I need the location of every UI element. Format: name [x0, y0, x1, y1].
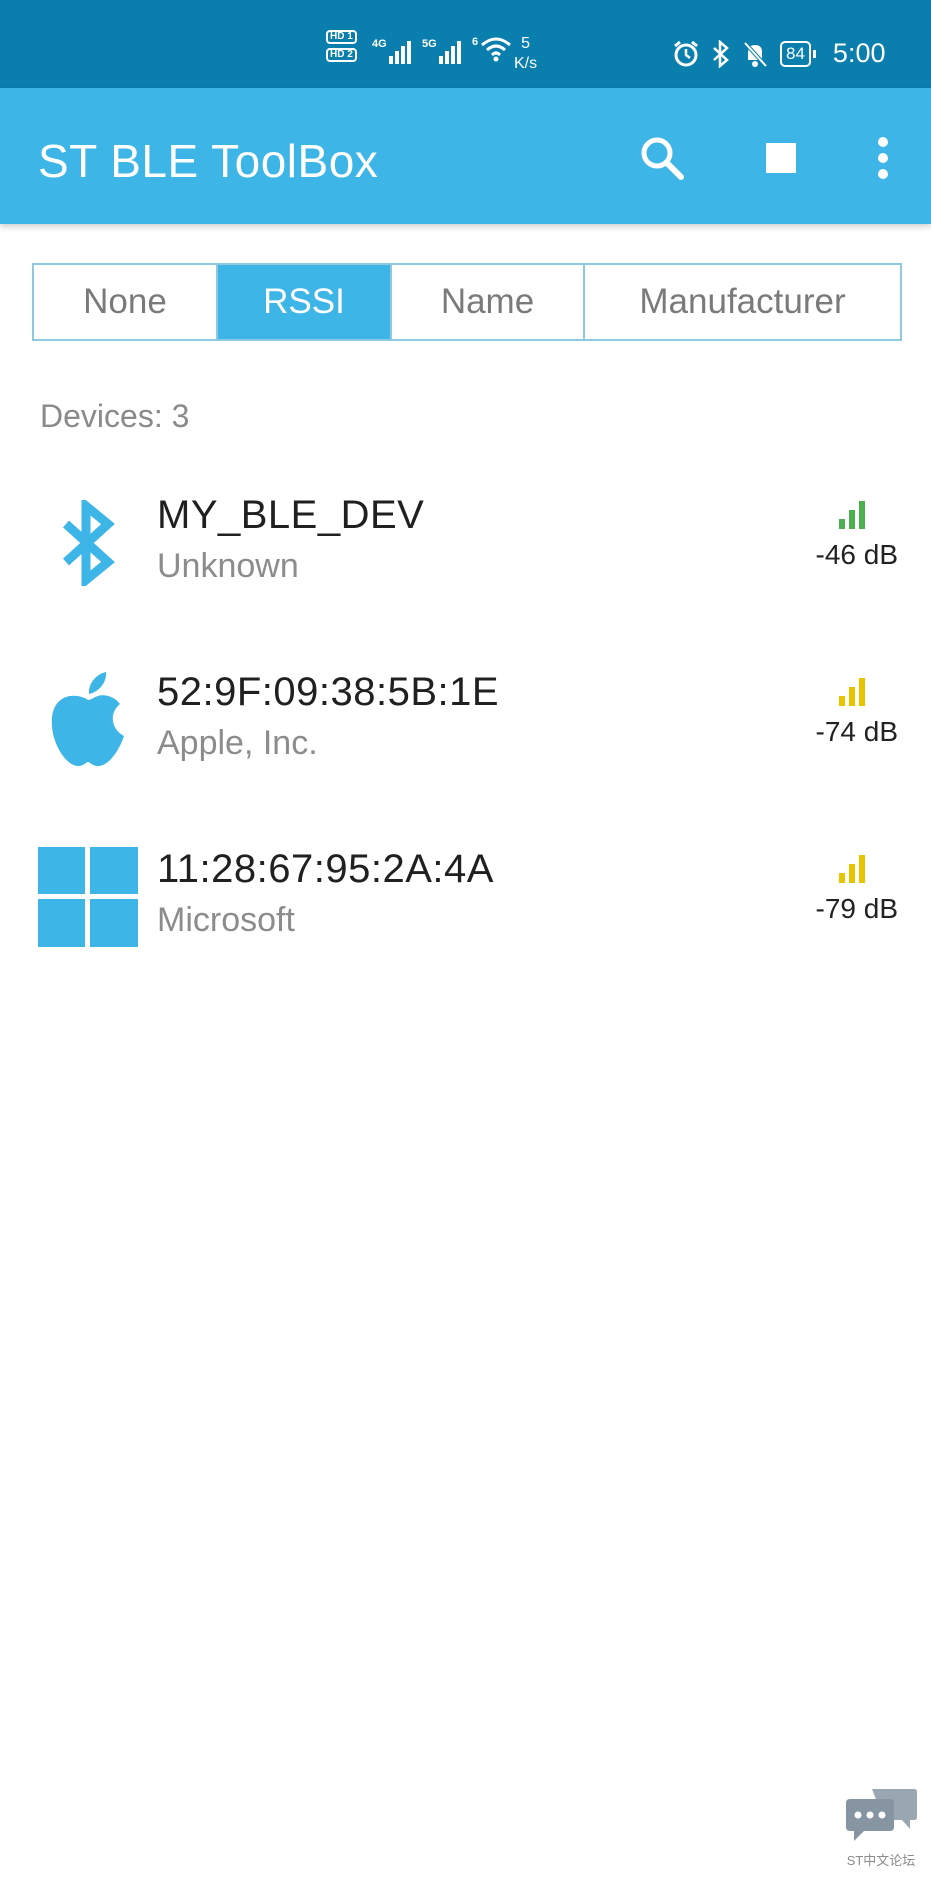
device-row[interactable]: 52:9F:09:38:5B:1E Apple, Inc. -74 dB — [0, 670, 931, 820]
sort-tab-rssi[interactable]: RSSI — [218, 265, 392, 339]
sort-tab-none[interactable]: None — [34, 265, 218, 339]
alarm-icon — [674, 40, 698, 66]
status-right: 84 5:00 — [672, 38, 885, 69]
device-name: 11:28:67:95:2A:4A — [157, 847, 494, 891]
bluetooth-icon — [38, 493, 138, 593]
overflow-menu-button[interactable] — [853, 128, 913, 188]
device-row[interactable]: MY_BLE_DEV Unknown -46 dB — [0, 493, 931, 643]
device-manufacturer: Apple, Inc. — [157, 724, 318, 762]
device-manufacturer: Microsoft — [157, 901, 295, 939]
cell-signal-1-icon: 4G — [372, 38, 411, 64]
stop-icon — [766, 143, 796, 173]
network-speed: 5 K/s — [514, 35, 538, 72]
device-name: MY_BLE_DEV — [157, 493, 425, 537]
bluetooth-status-icon — [713, 39, 729, 68]
rssi-value: -46 dB — [815, 539, 899, 570]
app-bar: ST BLE ToolBox — [0, 88, 931, 224]
signal-strength-icon — [839, 853, 865, 883]
sort-tab-manufacturer[interactable]: Manufacturer — [585, 265, 900, 339]
rssi-value: -79 dB — [815, 893, 899, 924]
mute-bell-icon — [743, 41, 768, 67]
status-bar: HD 1 HD 2 4G 5G 6 5 K/s 84 5:00 — [0, 0, 931, 88]
app-title: ST BLE ToolBox — [38, 135, 379, 187]
rssi-indicator: -79 dB — [788, 853, 898, 925]
search-button[interactable] — [632, 128, 692, 188]
chat-bubble-icon — [846, 1789, 917, 1841]
stop-scan-button[interactable] — [751, 128, 811, 188]
watermark-text: ST中文论坛 — [846, 1853, 916, 1868]
rssi-indicator: -74 dB — [788, 676, 898, 748]
sort-tab-name[interactable]: Name — [392, 265, 585, 339]
device-name: 52:9F:09:38:5B:1E — [157, 670, 500, 714]
cell-signal-2-icon: 5G — [422, 38, 461, 64]
clock: 5:00 — [832, 38, 886, 68]
signal-strength-icon — [839, 499, 865, 529]
device-row[interactable]: 11:28:67:95:2A:4A Microsoft -79 dB — [0, 847, 931, 997]
rssi-indicator: -46 dB — [788, 499, 898, 571]
signal-strength-icon — [839, 676, 865, 706]
sim-indicators: HD 1 HD 2 — [326, 30, 357, 62]
rssi-value: -74 dB — [815, 716, 899, 747]
wifi-icon: 6 — [472, 36, 512, 62]
forum-watermark: ST中文论坛 — [841, 1787, 921, 1869]
device-count: Devices: 3 — [40, 398, 190, 434]
sort-segmented-control: None RSSI Name Manufacturer — [32, 263, 902, 341]
search-icon — [641, 137, 684, 180]
battery-icon: 84 — [780, 40, 816, 67]
apple-logo-icon — [38, 670, 138, 770]
device-manufacturer: Unknown — [157, 547, 299, 585]
sim2-hd-badge: HD 2 — [326, 48, 357, 62]
windows-logo-icon — [38, 847, 138, 947]
sim1-hd-badge: HD 1 — [326, 30, 357, 44]
more-vert-icon — [878, 137, 888, 179]
